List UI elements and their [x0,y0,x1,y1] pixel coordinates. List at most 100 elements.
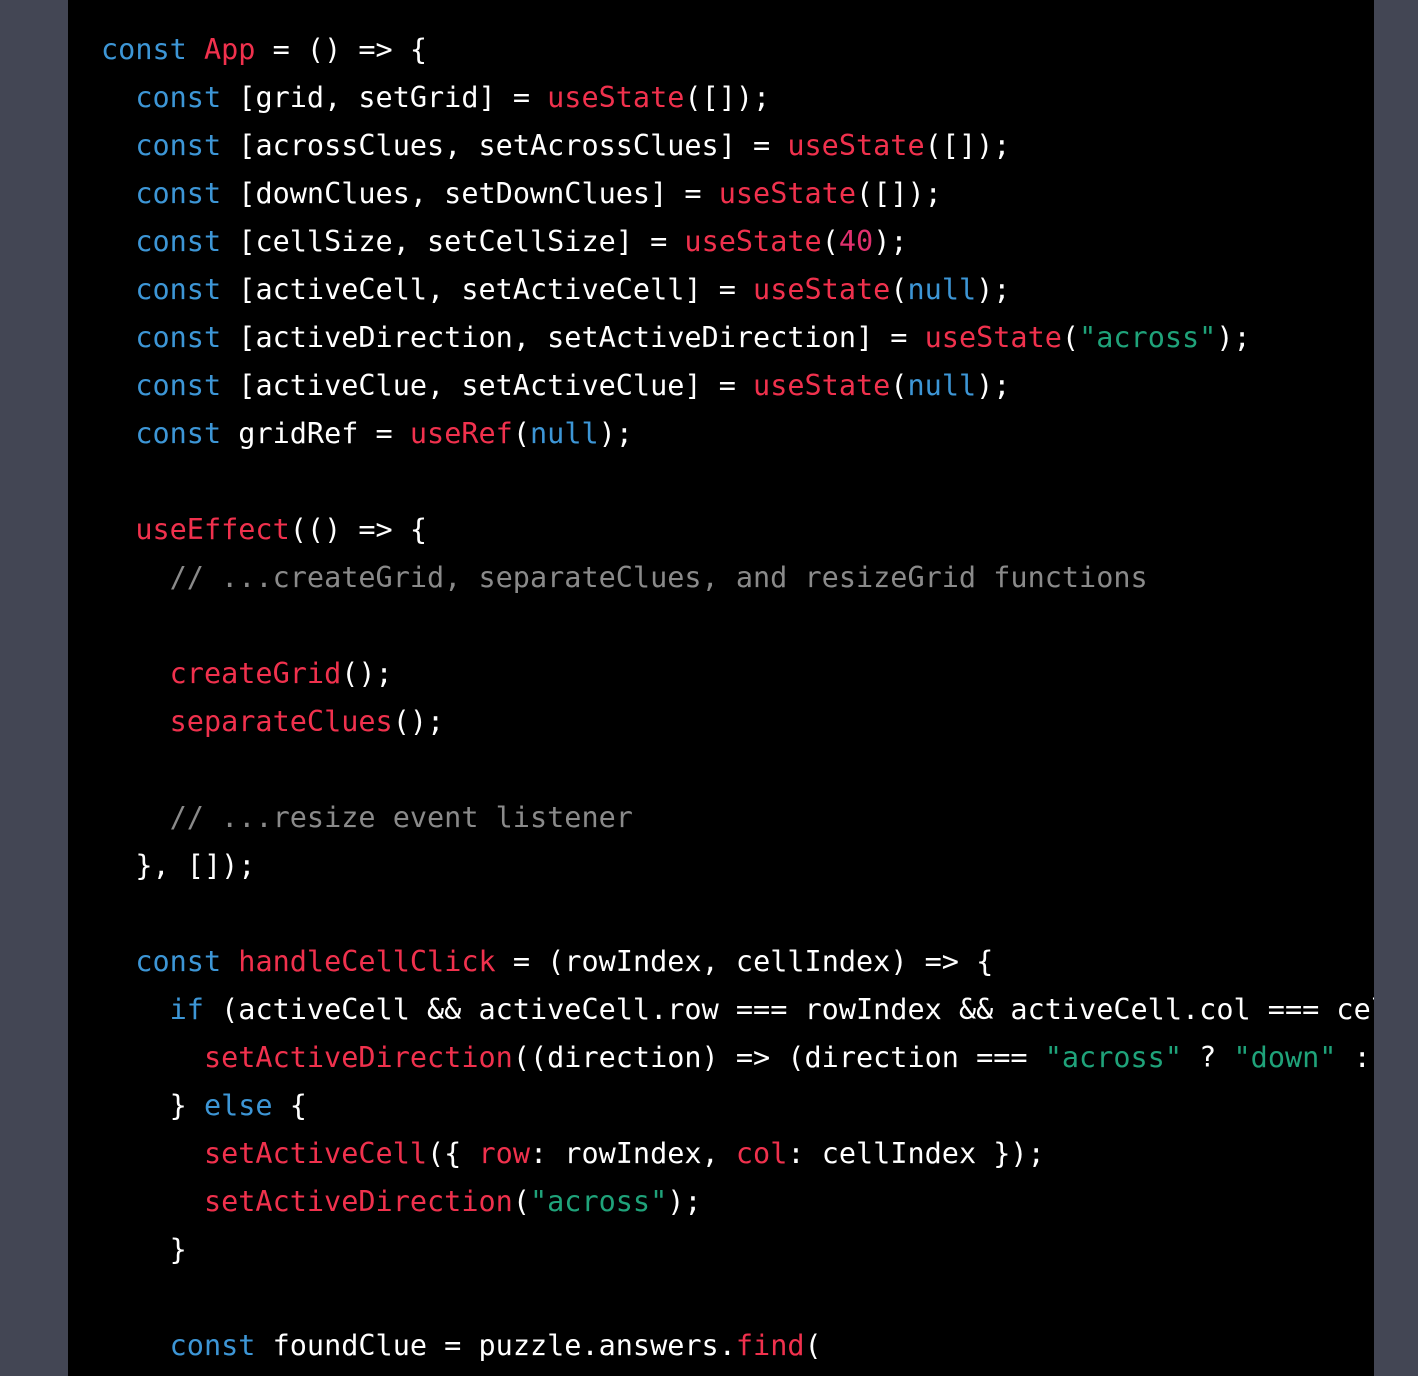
identifier-token: col [735,1137,788,1170]
code-line: } [101,1226,1374,1274]
code-token: [acrossClues, setAcrossClues] = [221,129,788,162]
string-token: "across" [1079,321,1217,354]
identifier-token: App [203,33,256,66]
code-token: = (rowIndex, cellIndex) => { [495,945,994,978]
identifier-token: useState [753,369,891,402]
keyword-token: const [101,33,187,66]
comment-token: // ...resize event listener [169,801,633,834]
code-token: (() => { [289,513,428,546]
code-token: gridRef = [221,417,410,450]
code-token: (activeCell && activeCell.row === rowInd… [203,993,1374,1026]
keyword-token: null [907,369,977,402]
code-line: createGrid(); [101,650,1374,698]
identifier-token: row [478,1137,530,1170]
identifier-token: useEffect [135,513,290,546]
code-token: } [101,1089,204,1122]
code-line: ​ [101,602,1374,650]
identifier-token: find [735,1329,805,1362]
code-token: ); [873,225,908,258]
identifier-token: setActiveDirection [203,1185,513,1218]
identifier-token: setActiveDirection [203,1041,513,1074]
number-token: 40 [838,225,874,258]
identifier-token: useState [547,81,685,114]
identifier-token: useRef [409,417,513,450]
keyword-token: if [169,993,204,1026]
code-token: ( [1061,321,1080,354]
code-line: const [activeDirection, setActiveDirecti… [101,314,1374,362]
identifier-token: useState [753,273,891,306]
code-line: // ...createGrid, separateClues, and res… [101,554,1374,602]
code-token: ( [804,1329,822,1362]
keyword-token: null [907,273,977,306]
code-token: ( [890,273,908,306]
code-line: const [acrossClues, setAcrossClues] = us… [101,122,1374,170]
code-line: ​ [101,1274,1374,1322]
code-token: ([]); [924,129,1011,162]
keyword-token: const [135,81,222,114]
keyword-token: const [135,417,222,450]
string-token: "across" [1044,1041,1183,1074]
identifier-token: useState [718,177,857,210]
code-token: ( [821,225,839,258]
code-token: foundClue = puzzle.answers. [255,1329,736,1362]
code-line: const [cellSize, setCellSize] = useState… [101,218,1374,266]
keyword-token: const [135,177,222,210]
code-line: ​ [101,458,1374,506]
code-line: const [grid, setGrid] = useState([]); [101,74,1374,122]
code-token: } [101,1233,187,1266]
keyword-token: const [135,945,222,978]
code-token: ? [1182,1041,1234,1074]
code-line: useEffect(() => { [101,506,1374,554]
code-token: ([]); [856,177,942,210]
keyword-token: const [169,1329,256,1362]
keyword-token: const [135,369,222,402]
code-line: const handleCellClick = (rowIndex, cellI… [101,938,1374,986]
keyword-token: const [135,129,222,162]
code-token: ); [598,417,633,450]
code-editor-panel[interactable]: const App = () => { const [grid, setGrid… [68,0,1374,1376]
code-token: : rowIndex, [529,1137,736,1170]
code-line: const App = () => { [101,26,1374,74]
code-token: [activeDirection, setActiveDirection] = [221,321,925,354]
code-line: const [downClues, setDownClues] = useSta… [101,170,1374,218]
code-token: = () => { [255,33,428,66]
comment-token: // ...createGrid, separateClues, and res… [169,561,1148,594]
string-token: "across" [529,1185,668,1218]
identifier-token: useState [787,129,925,162]
code-token: (); [341,657,393,690]
code-token: (); [392,705,445,738]
code-block: const App = () => { const [grid, setGrid… [101,26,1374,1370]
identifier-token: handleCellClick [238,945,496,978]
code-line: separateClues(); [101,698,1374,746]
identifier-token: useState [684,225,822,258]
code-token: : cellIndex }); [787,1137,1045,1170]
keyword-token: null [530,417,599,450]
code-token: { [272,1089,307,1122]
keyword-token: const [135,225,222,258]
keyword-token: else [203,1089,273,1122]
code-token: }, []); [101,849,256,882]
identifier-token: useState [924,321,1062,354]
code-token: ); [667,1185,702,1218]
code-token: : [1353,1041,1371,1074]
code-token: ((direction) => (direction === [512,1041,1045,1074]
keyword-token: const [135,273,222,306]
keyword-token: const [135,321,222,354]
code-token: [downClues, setDownClues] = [221,177,719,210]
code-line: // ...resize event listener [101,794,1374,842]
code-line: if (activeCell && activeCell.row === row… [101,986,1374,1034]
